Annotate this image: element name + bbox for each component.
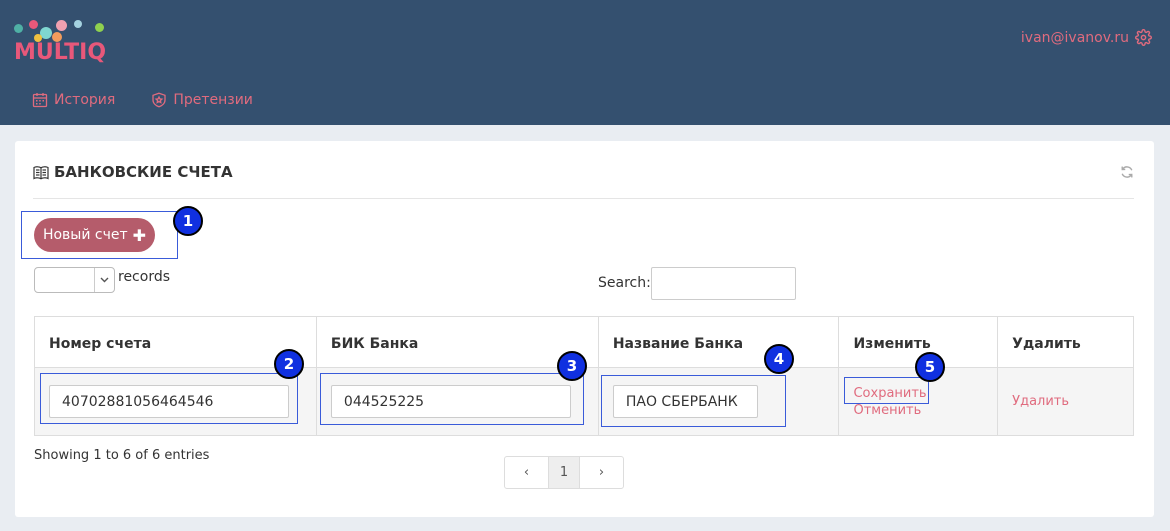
top-navbar: MULTIQ ivan@ivanov.ru История Претензии bbox=[0, 0, 1170, 125]
col-header-bik[interactable]: БИК Банка bbox=[315, 316, 599, 368]
col-header-delete[interactable]: Удалить bbox=[997, 316, 1134, 368]
annotation-box bbox=[601, 375, 786, 427]
multiq-logo[interactable]: MULTIQ bbox=[12, 18, 132, 70]
pagination-page[interactable]: 1 bbox=[548, 457, 580, 488]
annotation-badge: 3 bbox=[557, 351, 587, 381]
col-header-bank-name[interactable]: Название Банка bbox=[597, 316, 840, 368]
calendar-icon bbox=[32, 93, 48, 108]
nav-item-claims[interactable]: Претензии bbox=[151, 92, 253, 108]
pagination-prev[interactable]: ‹ bbox=[505, 457, 548, 488]
main-nav: История Претензии bbox=[32, 92, 253, 108]
nav-item-history[interactable]: История bbox=[32, 92, 115, 108]
annotation-badge: 1 bbox=[173, 206, 203, 236]
card-header: БАНКОВСКИЕ СЧЕТА bbox=[33, 159, 1134, 199]
pagination-next[interactable]: › bbox=[580, 457, 623, 488]
nav-item-label: История bbox=[54, 92, 116, 108]
logo-text: MULTIQ bbox=[14, 40, 107, 65]
annotation-box bbox=[40, 373, 298, 424]
cancel-link[interactable]: Отменить bbox=[853, 402, 983, 419]
annotation-box bbox=[21, 211, 178, 259]
cell-delete: Удалить bbox=[997, 367, 1134, 436]
card-title-text: БАНКОВСКИЕ СЧЕТА bbox=[54, 163, 233, 181]
delete-link[interactable]: Удалить bbox=[1012, 393, 1119, 410]
chevron-down-icon bbox=[94, 268, 114, 292]
annotation-box bbox=[320, 373, 584, 425]
gear-icon[interactable] bbox=[1135, 29, 1152, 46]
search-input[interactable] bbox=[651, 267, 796, 300]
pagination: ‹ 1 › bbox=[504, 456, 624, 489]
annotation-badge: 5 bbox=[915, 352, 945, 382]
search-label: Search: bbox=[598, 275, 651, 291]
records-per-page-select[interactable] bbox=[34, 267, 115, 293]
user-menu[interactable]: ivan@ivanov.ru bbox=[1021, 29, 1152, 46]
annotation-badge: 4 bbox=[764, 344, 794, 374]
annotation-badge: 2 bbox=[274, 349, 304, 379]
records-label: records bbox=[118, 269, 171, 285]
bank-accounts-card: БАНКОВСКИЕ СЧЕТА Новый счет ✚ records Se… bbox=[15, 141, 1154, 517]
user-email[interactable]: ivan@ivanov.ru bbox=[1021, 30, 1129, 46]
shield-icon bbox=[152, 92, 166, 108]
showing-entries-info: Showing 1 to 6 of 6 entries bbox=[34, 448, 210, 463]
annotation-box bbox=[844, 377, 929, 404]
card-title: БАНКОВСКИЕ СЧЕТА bbox=[33, 163, 233, 181]
refresh-icon[interactable] bbox=[1120, 165, 1134, 179]
nav-item-label: Претензии bbox=[173, 92, 253, 108]
book-icon bbox=[33, 165, 49, 180]
